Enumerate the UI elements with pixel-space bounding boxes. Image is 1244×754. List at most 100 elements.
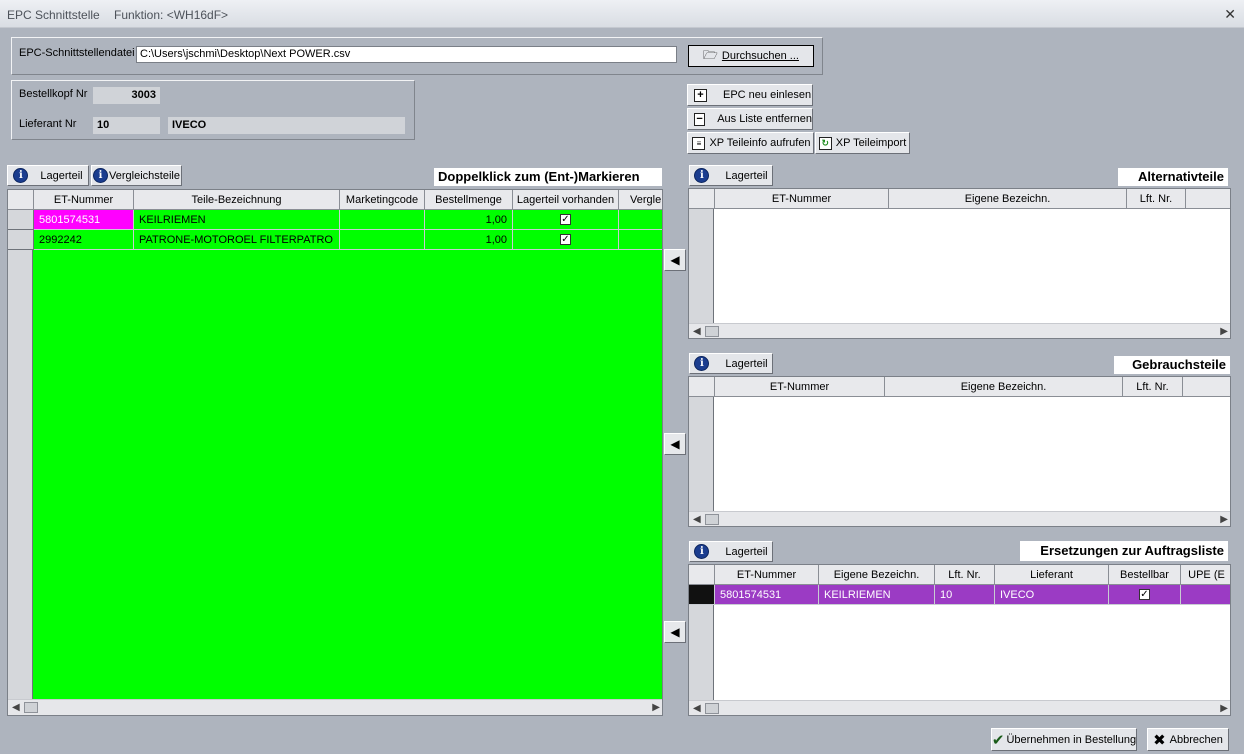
col-header[interactable]: Eigene Bezeichn. bbox=[889, 189, 1127, 208]
table-row[interactable]: 5801574531 KEILRIEMEN 10 IVECO ✓ bbox=[689, 585, 1230, 605]
col-header[interactable]: Marketingcode bbox=[340, 190, 425, 209]
main-grid[interactable]: ET-Nummer Teile-Bezeichnung Marketingcod… bbox=[7, 189, 663, 716]
xp-info-button[interactable]: ≡ XP Teileinfo aufrufen bbox=[687, 132, 814, 154]
cell-bezeichnung[interactable]: KEILRIEMEN bbox=[134, 210, 340, 230]
cell-et-nummer[interactable]: 2992242 bbox=[34, 230, 134, 250]
col-header[interactable]: Lft. Nr. bbox=[1123, 377, 1183, 396]
cell-et-nummer[interactable]: 5801574531 bbox=[715, 585, 819, 605]
window-function: Funktion: <WH16dF> bbox=[114, 8, 229, 22]
col-header[interactable]: ET-Nummer bbox=[715, 377, 885, 396]
main-lagerteil-button[interactable]: i Lagerteil bbox=[7, 165, 89, 186]
cell-bezeichnung[interactable]: PATRONE-MOTOROEL FILTERPATRO bbox=[134, 230, 340, 250]
cell-marketingcode[interactable] bbox=[340, 230, 425, 250]
move-left-icon[interactable]: ◀ bbox=[664, 621, 686, 643]
file-path-input[interactable]: C:\Users\jschmi\Desktop\Next POWER.csv bbox=[136, 46, 677, 63]
cell-et-nummer[interactable]: 5801574531 bbox=[34, 210, 134, 230]
main-panel-title: Doppelklick zum (Ent-)Markieren bbox=[434, 168, 662, 186]
refresh-icon: ↻ bbox=[818, 136, 832, 150]
scroll-left-icon[interactable]: ◀ bbox=[693, 326, 701, 337]
scroll-left-icon[interactable]: ◀ bbox=[12, 702, 20, 713]
col-header[interactable]: Lagerteil vorhanden bbox=[513, 190, 619, 209]
epc-reload-button[interactable]: + EPC neu einlesen bbox=[687, 84, 813, 106]
lieferant-name-value: IVECO bbox=[168, 117, 405, 134]
cell-lieferant[interactable]: IVECO bbox=[995, 585, 1109, 605]
checkbox-checked[interactable]: ✓ bbox=[560, 234, 571, 245]
scroll-thumb[interactable] bbox=[705, 326, 719, 337]
alt-grid[interactable]: ET-Nummer Eigene Bezeichn. Lft. Nr. ◀ ▶ bbox=[688, 188, 1231, 339]
corner-cell bbox=[8, 190, 34, 209]
col-header[interactable]: Bestellmenge bbox=[425, 190, 513, 209]
remove-from-list-button[interactable]: − Aus Liste entfernen bbox=[687, 108, 813, 130]
scroll-thumb[interactable] bbox=[705, 514, 719, 525]
col-header[interactable]: Vergle bbox=[619, 190, 662, 209]
close-icon[interactable]: ✕ bbox=[1224, 6, 1236, 23]
scroll-right-icon[interactable]: ▶ bbox=[1220, 514, 1228, 525]
col-header[interactable]: Lft. Nr. bbox=[1127, 189, 1186, 208]
xp-import-label: XP Teileimport bbox=[835, 137, 907, 149]
xp-import-button[interactable]: ↻ XP Teileimport bbox=[815, 132, 910, 154]
scroll-left-icon[interactable]: ◀ bbox=[693, 514, 701, 525]
col-header[interactable]: ET-Nummer bbox=[715, 565, 819, 584]
cell-upe[interactable] bbox=[1181, 585, 1230, 605]
scroll-right-icon[interactable]: ▶ bbox=[652, 702, 660, 713]
col-header[interactable]: ET-Nummer bbox=[34, 190, 134, 209]
row-selector[interactable] bbox=[8, 230, 34, 250]
bestellkopf-value: 3003 bbox=[93, 87, 160, 104]
alt-panel-title: Alternativteile bbox=[1118, 168, 1228, 186]
main-lagerteil-label: Lagerteil bbox=[40, 169, 83, 182]
checkbox-checked[interactable]: ✓ bbox=[1139, 589, 1150, 600]
title-bar: EPC Schnittstelle Funktion: <WH16dF> ✕ bbox=[0, 0, 1244, 28]
lieferant-label: Lieferant Nr bbox=[19, 118, 77, 130]
scroll-right-icon[interactable]: ▶ bbox=[1220, 703, 1228, 714]
cell-vergleich[interactable] bbox=[619, 210, 662, 230]
rep-grid[interactable]: ET-Nummer Eigene Bezeichn. Lft. Nr. Lief… bbox=[688, 564, 1231, 716]
col-header[interactable]: UPE (E bbox=[1181, 565, 1230, 584]
main-hscroll[interactable]: ◀ ▶ bbox=[8, 699, 662, 715]
alt-lagerteil-label: Lagerteil bbox=[725, 169, 768, 182]
use-grid[interactable]: ET-Nummer Eigene Bezeichn. Lft. Nr. ◀ ▶ bbox=[688, 376, 1231, 527]
col-header[interactable]: Eigene Bezeichn. bbox=[885, 377, 1123, 396]
use-grid-header: ET-Nummer Eigene Bezeichn. Lft. Nr. bbox=[689, 377, 1230, 397]
cell-bestellbar[interactable]: ✓ bbox=[1109, 585, 1181, 605]
checkbox-checked[interactable]: ✓ bbox=[560, 214, 571, 225]
col-header[interactable]: Lieferant bbox=[995, 565, 1109, 584]
scroll-right-icon[interactable]: ▶ bbox=[1220, 326, 1228, 337]
cell-bestellmenge[interactable]: 1,00 bbox=[425, 230, 513, 250]
cancel-button[interactable]: ✖ Abbrechen bbox=[1147, 728, 1229, 751]
cell-lft-nr[interactable]: 10 bbox=[935, 585, 995, 605]
alt-lagerteil-button[interactable]: i Lagerteil bbox=[689, 165, 773, 186]
scroll-thumb[interactable] bbox=[705, 703, 719, 714]
cell-lagerteil[interactable]: ✓ bbox=[513, 210, 619, 230]
col-header-empty bbox=[1183, 377, 1230, 396]
row-selector[interactable] bbox=[8, 210, 34, 230]
cell-marketingcode[interactable] bbox=[340, 210, 425, 230]
minus-icon: − bbox=[694, 112, 706, 126]
col-header[interactable]: Bestellbar bbox=[1109, 565, 1181, 584]
col-header[interactable]: Teile-Bezeichnung bbox=[134, 190, 340, 209]
move-left-icon[interactable]: ◀ bbox=[664, 249, 686, 271]
table-row[interactable]: 5801574531 KEILRIEMEN 1,00 ✓ bbox=[8, 210, 662, 230]
info-icon: i bbox=[13, 168, 29, 183]
col-header[interactable]: ET-Nummer bbox=[715, 189, 889, 208]
alt-hscroll[interactable]: ◀ ▶ bbox=[689, 323, 1230, 338]
col-header[interactable]: Lft. Nr. bbox=[935, 565, 995, 584]
rep-lagerteil-button[interactable]: i Lagerteil bbox=[689, 541, 773, 562]
scroll-left-icon[interactable]: ◀ bbox=[693, 703, 701, 714]
row-selector-active[interactable] bbox=[689, 585, 715, 605]
rep-hscroll[interactable]: ◀ ▶ bbox=[689, 700, 1230, 715]
browse-button[interactable]: 🗁 Durchsuchen ... bbox=[688, 45, 814, 67]
use-hscroll[interactable]: ◀ ▶ bbox=[689, 511, 1230, 526]
use-lagerteil-button[interactable]: i Lagerteil bbox=[689, 353, 773, 374]
scroll-thumb[interactable] bbox=[24, 702, 38, 713]
lieferant-nr-value: 10 bbox=[93, 117, 160, 134]
vergleichsteile-button[interactable]: i Vergleichsteile bbox=[91, 165, 182, 186]
cell-bestellmenge[interactable]: 1,00 bbox=[425, 210, 513, 230]
move-left-icon[interactable]: ◀ bbox=[664, 433, 686, 455]
cell-lagerteil[interactable]: ✓ bbox=[513, 230, 619, 250]
use-lagerteil-label: Lagerteil bbox=[725, 357, 768, 370]
table-row[interactable]: 2992242 PATRONE-MOTOROEL FILTERPATRO 1,0… bbox=[8, 230, 662, 250]
cell-vergleich[interactable] bbox=[619, 230, 662, 250]
cell-bezeichnung[interactable]: KEILRIEMEN bbox=[819, 585, 935, 605]
apply-button[interactable]: ✔ Übernehmen in Bestellung bbox=[991, 728, 1137, 751]
col-header[interactable]: Eigene Bezeichn. bbox=[819, 565, 935, 584]
